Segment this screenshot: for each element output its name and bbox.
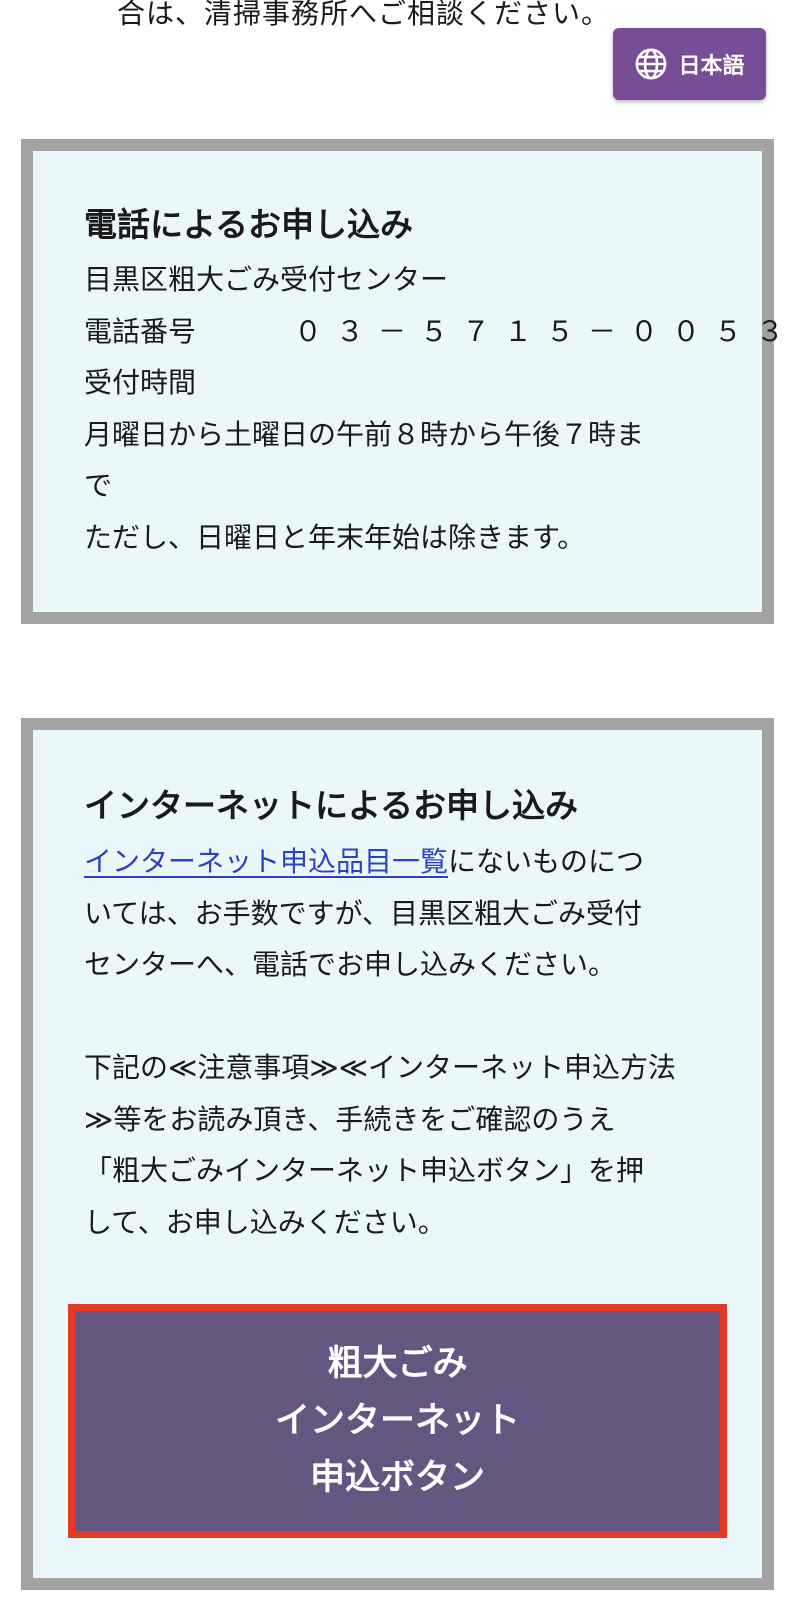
- phone-number: ０３－５７１５－００５３: [294, 314, 794, 348]
- paragraph-2-line-4: して、お申し込みください。: [84, 1205, 446, 1239]
- paragraph-2-line-3: 「粗大ごみインターネット申込ボタン」を押: [84, 1154, 645, 1187]
- phone-label: 電話番号: [84, 314, 197, 348]
- paragraph-2-line-2: ≫等をお読み頂き、手続きをご確認のうえ: [84, 1102, 616, 1136]
- hours-note: ただし、日曜日と年末年始は除きます。: [84, 520, 586, 554]
- center-name: 目黒区粗大ごみ受付センター: [84, 263, 449, 296]
- paragraph-1-line-1: インターネット申込品目一覧にないものにつ: [84, 836, 724, 888]
- internet-apply-button[interactable]: 粗大ごみ インターネット 申込ボタン: [68, 1304, 727, 1538]
- paragraph-1-line-3: センターへ、電話でお申し込みください。: [84, 948, 617, 981]
- hours-label: 受付時間: [84, 366, 197, 399]
- globe-icon: [636, 48, 667, 80]
- internet-application-box: インターネットによるお申し込み インターネット申込品目一覧にないものにつ いては…: [21, 718, 774, 1590]
- paragraph-1-line-1-rest: にないものにつ: [448, 845, 645, 878]
- phone-row: 電話番号 ０３－５７１５－００５３: [84, 306, 784, 358]
- phone-section-title: 電話によるお申し込み: [84, 205, 414, 244]
- apply-button-line-1: 粗大ごみ: [327, 1343, 468, 1384]
- hours-line-2: で: [84, 469, 113, 502]
- apply-button-line-3: 申込ボタン: [309, 1457, 485, 1498]
- internet-section-body: インターネット申込品目一覧にないものにつ いては、お手数ですが、目黒区粗大ごみ受…: [84, 836, 724, 1248]
- internet-items-list-link[interactable]: インターネット申込品目一覧: [84, 845, 448, 878]
- apply-button-line-2: インターネット: [274, 1400, 520, 1441]
- language-button[interactable]: 日本語: [613, 28, 766, 100]
- hours-line-1: 月曜日から土曜日の午前８時から午後７時ま: [84, 417, 645, 451]
- intro-text-tail: 合は、清掃事務所へご相談ください。: [117, 0, 611, 30]
- language-label: 日本語: [678, 54, 745, 79]
- internet-section-title: インターネットによるお申し込み: [84, 786, 579, 825]
- phone-section-body: 目黒区粗大ごみ受付センター 電話番号 ０３－５７１５－００５３ 受付時間 月曜日か…: [84, 254, 784, 563]
- paragraph-2-line-1: 下記の≪注意事項≫≪インターネット申込方法: [84, 1051, 676, 1084]
- phone-application-box: 電話によるお申し込み 目黒区粗大ごみ受付センター 電話番号 ０３－５７１５－００５…: [21, 139, 784, 624]
- paragraph-1-line-2: いては、お手数ですが、目黒区粗大ごみ受付: [84, 896, 643, 930]
